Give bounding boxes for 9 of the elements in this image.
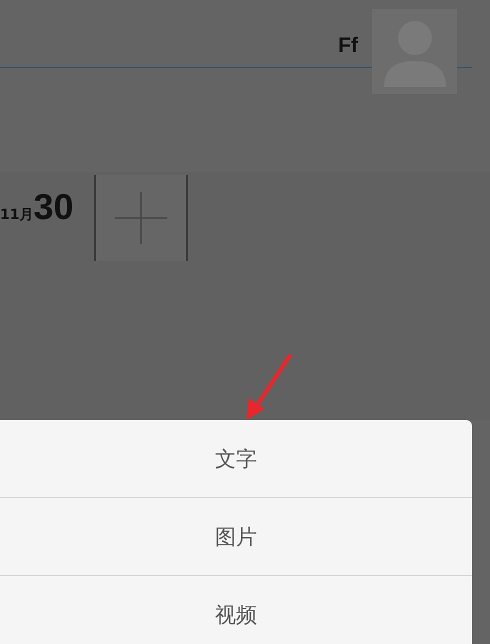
sheet-option[interactable]: 视频 xyxy=(0,576,472,644)
sheet-option[interactable]: 图片 xyxy=(0,498,472,576)
date-day: 30 xyxy=(33,186,74,228)
date-month: 11月 xyxy=(0,206,34,224)
plus-icon xyxy=(112,190,169,246)
sheet-option[interactable]: 文字 xyxy=(0,420,472,498)
user-name: Ff xyxy=(338,34,358,58)
add-button[interactable] xyxy=(94,175,188,261)
avatar-icon[interactable] xyxy=(372,9,457,94)
